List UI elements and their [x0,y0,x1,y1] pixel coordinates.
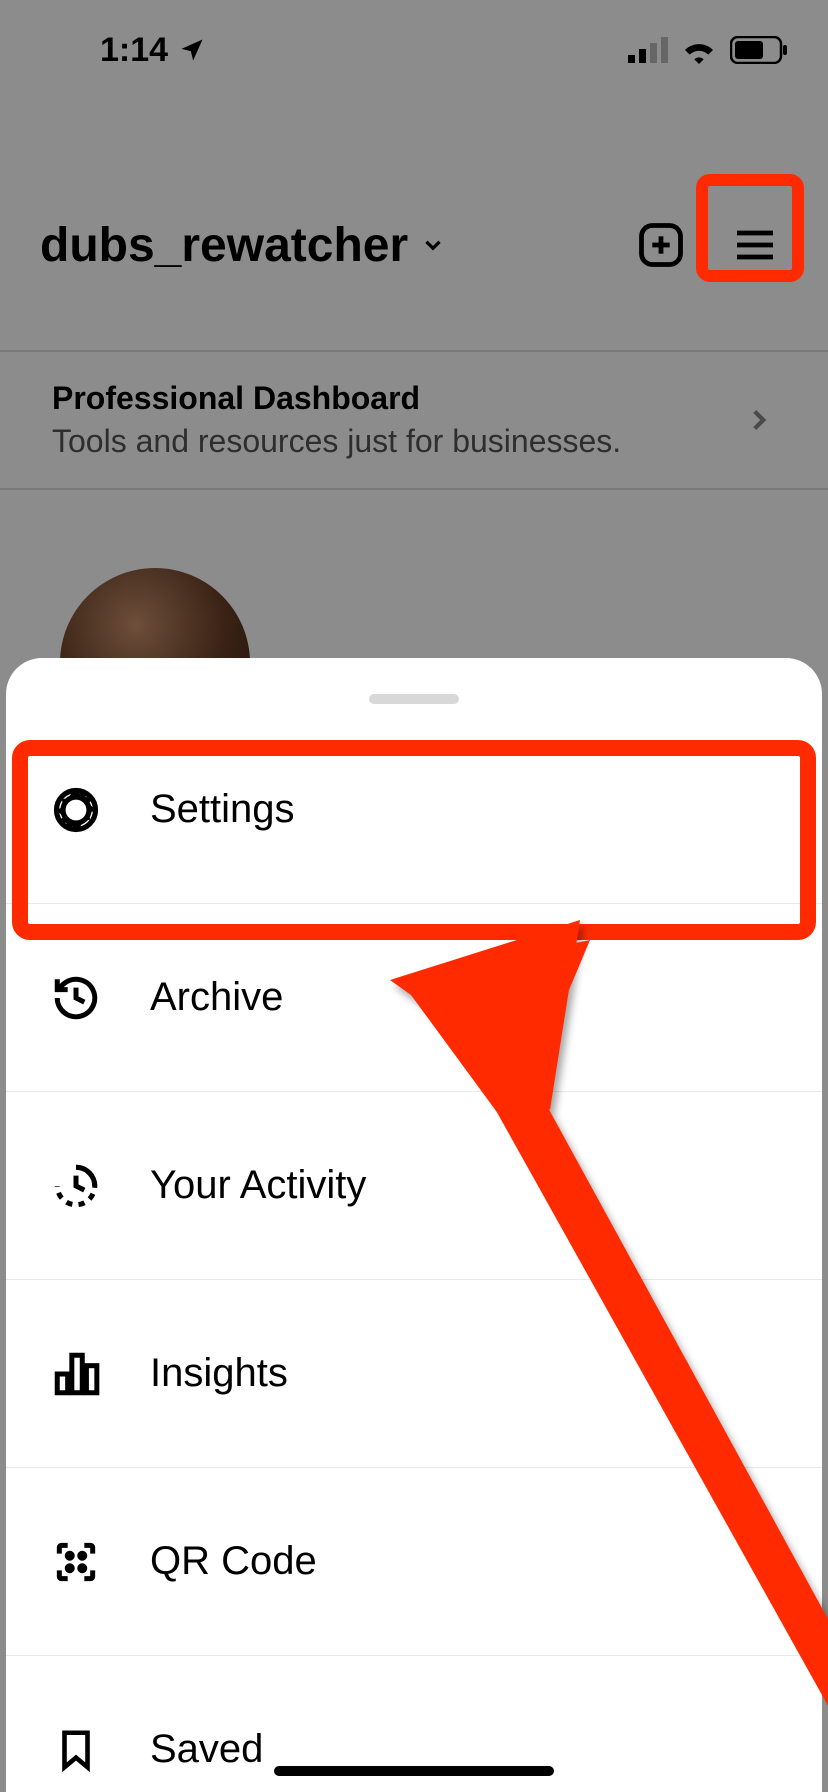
history-icon [46,968,106,1028]
menu-item-qr[interactable]: QR Code [6,1468,822,1656]
menu-item-label: Archive [150,975,283,1020]
home-indicator[interactable] [274,1766,554,1776]
qr-icon [46,1532,106,1592]
menu-item-label: Settings [150,787,295,832]
gear-icon [46,780,106,840]
menu-item-label: Your Activity [150,1163,366,1208]
menu-sheet: Settings Archive Your Activity Insights [6,658,822,1792]
menu-item-label: Saved [150,1727,263,1772]
menu-item-archive[interactable]: Archive [6,904,822,1092]
menu-item-insights[interactable]: Insights [6,1280,822,1468]
bookmark-icon [46,1720,106,1780]
menu-item-label: Insights [150,1351,288,1396]
annotation-hamburger-highlight [696,174,804,282]
bar-chart-icon [46,1344,106,1404]
menu-item-activity[interactable]: Your Activity [6,1092,822,1280]
menu-item-label: QR Code [150,1539,317,1584]
sheet-grabber[interactable] [369,694,459,704]
menu-item-settings[interactable]: Settings [6,716,822,904]
activity-icon [46,1156,106,1216]
